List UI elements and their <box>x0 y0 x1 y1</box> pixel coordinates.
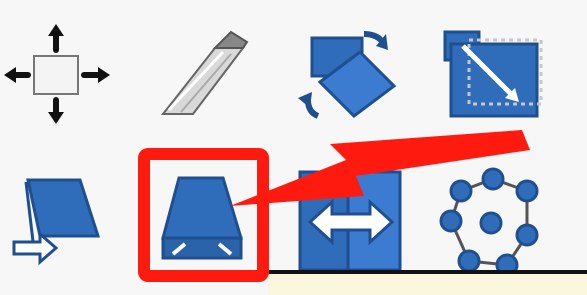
tool-highlight-box <box>138 148 269 282</box>
rotate-tool-button[interactable] <box>290 22 410 142</box>
pen-nib-icon <box>160 30 249 115</box>
toolbox <box>0 0 587 295</box>
scale-icon <box>443 30 543 118</box>
move-icon <box>4 24 110 124</box>
move-tool-button[interactable] <box>0 20 120 140</box>
bottom-panel-strip <box>268 274 587 295</box>
pen-tool-button[interactable] <box>145 18 265 138</box>
shear-tool-button[interactable] <box>0 160 120 280</box>
rotate-icon <box>298 31 397 119</box>
cage-transform-icon <box>439 167 539 277</box>
scale-tool-button[interactable] <box>435 20 555 140</box>
flip-icon <box>298 170 402 272</box>
shear-icon <box>12 178 101 266</box>
flip-tool-button[interactable] <box>290 162 410 282</box>
cage-transform-tool-button[interactable] <box>435 165 555 285</box>
